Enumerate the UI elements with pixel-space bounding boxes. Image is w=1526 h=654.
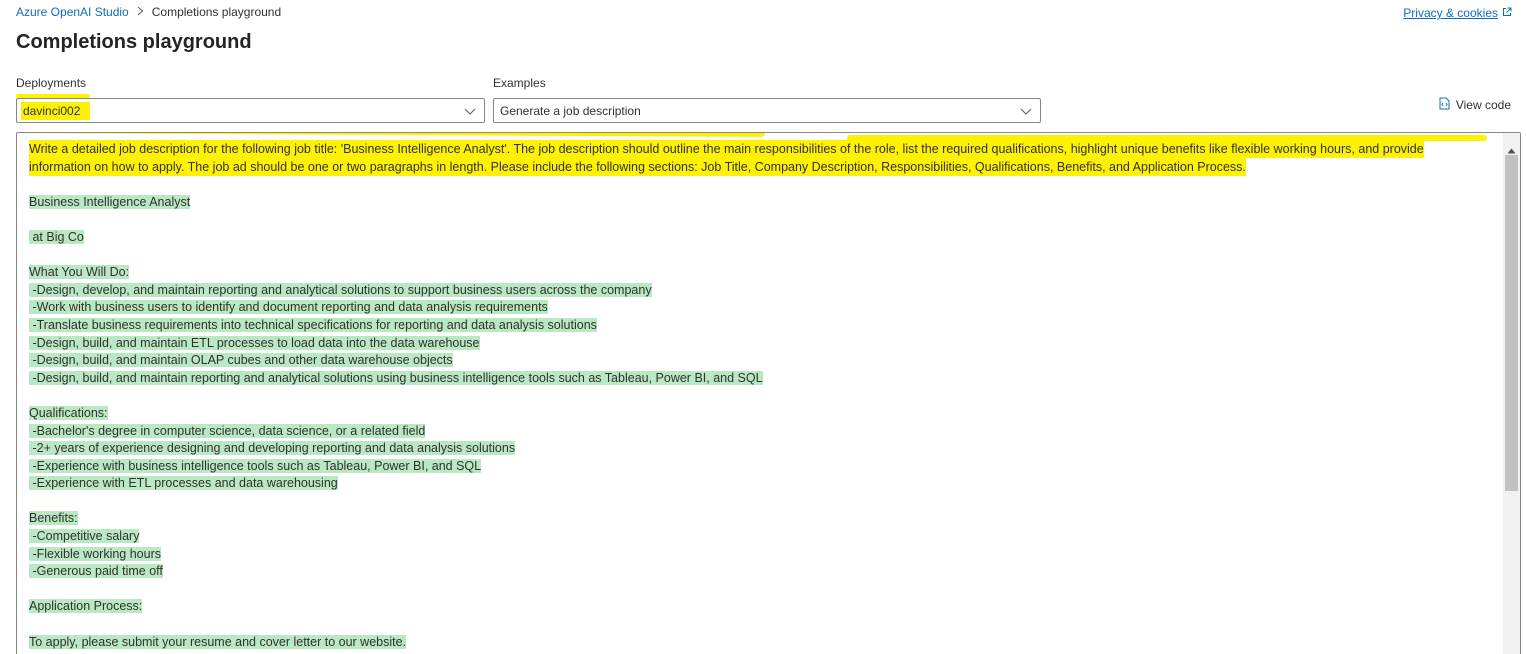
response-line: -Bachelor's degree in computer science, … [29,423,1489,441]
chevron-down-icon [464,105,476,119]
response-line: at Big Co [29,229,1489,247]
response-line-text: Business Intelligence Analyst [29,194,191,209]
vertical-scrollbar[interactable] [1503,133,1520,654]
breadcrumb-link-studio[interactable]: Azure OpenAI Studio [16,5,129,19]
response-line: -Design, build, and maintain reporting a… [29,370,1489,388]
examples-label: Examples [493,76,546,90]
prompt-text: information on how to apply. The job ad … [29,157,1489,177]
response-line: -Work with business users to identify an… [29,299,1489,317]
response-line-text: -Flexible working hours [29,546,161,561]
response-line: -Design, develop, and maintain reporting… [29,282,1489,300]
response-line: -2+ years of experience designing and de… [29,440,1489,458]
code-file-icon [1439,97,1450,113]
view-code-button[interactable]: View code [1439,97,1511,113]
response-line-text: -2+ years of experience designing and de… [29,441,516,456]
deployments-dropdown[interactable]: davinci002 [16,98,485,123]
response-line: -Design, build, and maintain ETL process… [29,335,1489,353]
response-line: Qualifications: [29,405,1489,423]
response-line: -Translate business requirements into te… [29,317,1489,335]
response-line-text: To apply, please submit your resume and … [29,634,407,649]
chevron-right-icon [137,5,144,19]
response-line [29,581,1489,599]
privacy-link-label[interactable]: Privacy & cookies [1403,6,1498,20]
response-line-text: -Design, develop, and maintain reporting… [29,282,652,297]
response-line [29,247,1489,265]
response-line-text: -Bachelor's degree in computer science, … [29,423,426,438]
response-line [29,176,1489,194]
prompt-line-1: Write a detailed job description for the… [29,140,1424,158]
deployments-label: Deployments [16,76,87,90]
examples-dropdown[interactable]: Generate a job description [493,98,1041,123]
response-line: -Design, build, and maintain OLAP cubes … [29,352,1489,370]
response-line: What You Will Do: [29,264,1489,282]
response-line-text: at Big Co [29,229,84,244]
response-line: -Experience with ETL processes and data … [29,475,1489,493]
response-line: To apply, please submit your resume and … [29,634,1489,652]
response-line-text: -Experience with ETL processes and data … [29,476,338,491]
response-line [29,211,1489,229]
response-text: Business Intelligence Analyst at Big Co W… [29,176,1489,651]
response-line-text: -Design, build, and maintain OLAP cubes … [29,353,453,368]
highlight-marker [24,133,766,137]
prompt-text: Write a detailed job description for the… [29,140,1489,159]
deployments-selected-value: davinci002 [21,101,91,120]
response-line-text: -Translate business requirements into te… [29,317,597,332]
chevron-down-icon [1020,105,1032,119]
response-line-text: -Experience with business intelligence t… [29,458,482,473]
response-line: -Flexible working hours [29,546,1489,564]
response-line [29,616,1489,634]
response-line-text: -Competitive salary [29,529,140,544]
response-line: -Experience with business intelligence t… [29,458,1489,476]
response-line: Application Process: [29,598,1489,616]
response-line: -Competitive salary [29,528,1489,546]
view-code-label[interactable]: View code [1456,98,1511,112]
page-title: Completions playground [16,31,252,53]
response-line-text: What You Will Do: [29,265,130,280]
response-line [29,493,1489,511]
response-line-text: -Work with business users to identify an… [29,300,548,315]
response-line-text: Application Process: [29,599,143,614]
prompt-line-2: information on how to apply. The job ad … [29,157,1246,176]
response-line-text: Qualifications: [29,405,108,420]
completion-editor[interactable]: Write a detailed job description for the… [16,132,1521,654]
scrollbar-thumb[interactable] [1505,155,1518,491]
response-line: Benefits: [29,510,1489,528]
response-line-text: -Generous paid time off [29,564,163,579]
privacy-cookies-link[interactable]: Privacy & cookies [1403,6,1512,20]
response-line: Business Intelligence Analyst [29,194,1489,212]
highlight-marker [16,94,90,98]
response-line-text: -Design, build, and maintain reporting a… [29,370,763,385]
external-link-icon [1502,6,1512,20]
breadcrumb: Azure OpenAI Studio Completions playgrou… [16,5,281,19]
editor-text: Write a detailed job description for the… [29,140,1489,651]
response-line-text: Benefits: [29,511,78,526]
breadcrumb-current: Completions playground [151,5,282,19]
response-line-text: -Design, build, and maintain ETL process… [29,335,480,350]
examples-selected-value: Generate a job description [500,103,641,118]
response-line [29,387,1489,405]
response-line: -Generous paid time off [29,563,1489,581]
